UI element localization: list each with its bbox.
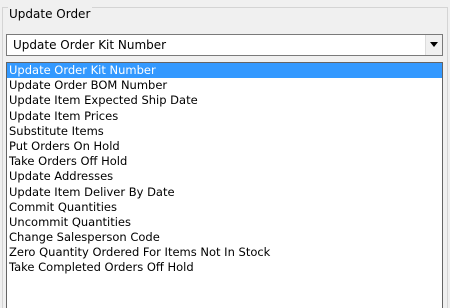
combobox-selected-value: Update Order Kit Number — [13, 38, 167, 52]
dropdown-option-update-item-prices[interactable]: Update Item Prices — [7, 109, 442, 124]
combobox-dropdown-button[interactable] — [425, 35, 442, 55]
dropdown-option-put-orders-on-hold[interactable]: Put Orders On Hold — [7, 139, 442, 154]
dropdown-option-take-orders-off-hold[interactable]: Take Orders Off Hold — [7, 154, 442, 169]
dropdown-option-change-salesperson-code[interactable]: Change Salesperson Code — [7, 230, 442, 245]
dropdown-option-substitute-items[interactable]: Substitute Items — [7, 124, 442, 139]
action-combobox[interactable]: Update Order Kit Number — [6, 34, 443, 56]
dropdown-option-commit-quantities[interactable]: Commit Quantities — [7, 200, 442, 215]
dropdown-option-zero-quantity-ordered[interactable]: Zero Quantity Ordered For Items Not In S… — [7, 245, 442, 260]
dropdown-option-update-addresses[interactable]: Update Addresses — [7, 169, 442, 184]
dropdown-option-uncommit-quantities[interactable]: Uncommit Quantities — [7, 215, 442, 230]
chevron-down-icon — [430, 42, 438, 47]
dropdown-option-take-completed-orders-off-hold[interactable]: Take Completed Orders Off Hold — [7, 260, 442, 275]
dropdown-option-update-order-kit-number[interactable]: Update Order Kit Number — [7, 63, 442, 79]
dropdown-option-update-order-bom-number[interactable]: Update Order BOM Number — [7, 78, 442, 93]
dropdown-option-update-item-deliver-by-date[interactable]: Update Item Deliver By Date — [7, 185, 442, 200]
dropdown-option-update-item-expected-ship-date[interactable]: Update Item Expected Ship Date — [7, 93, 442, 108]
groupbox-title: Update Order — [8, 7, 93, 21]
dropdown-list[interactable]: Update Order Kit Number Update Order BOM… — [6, 62, 443, 308]
